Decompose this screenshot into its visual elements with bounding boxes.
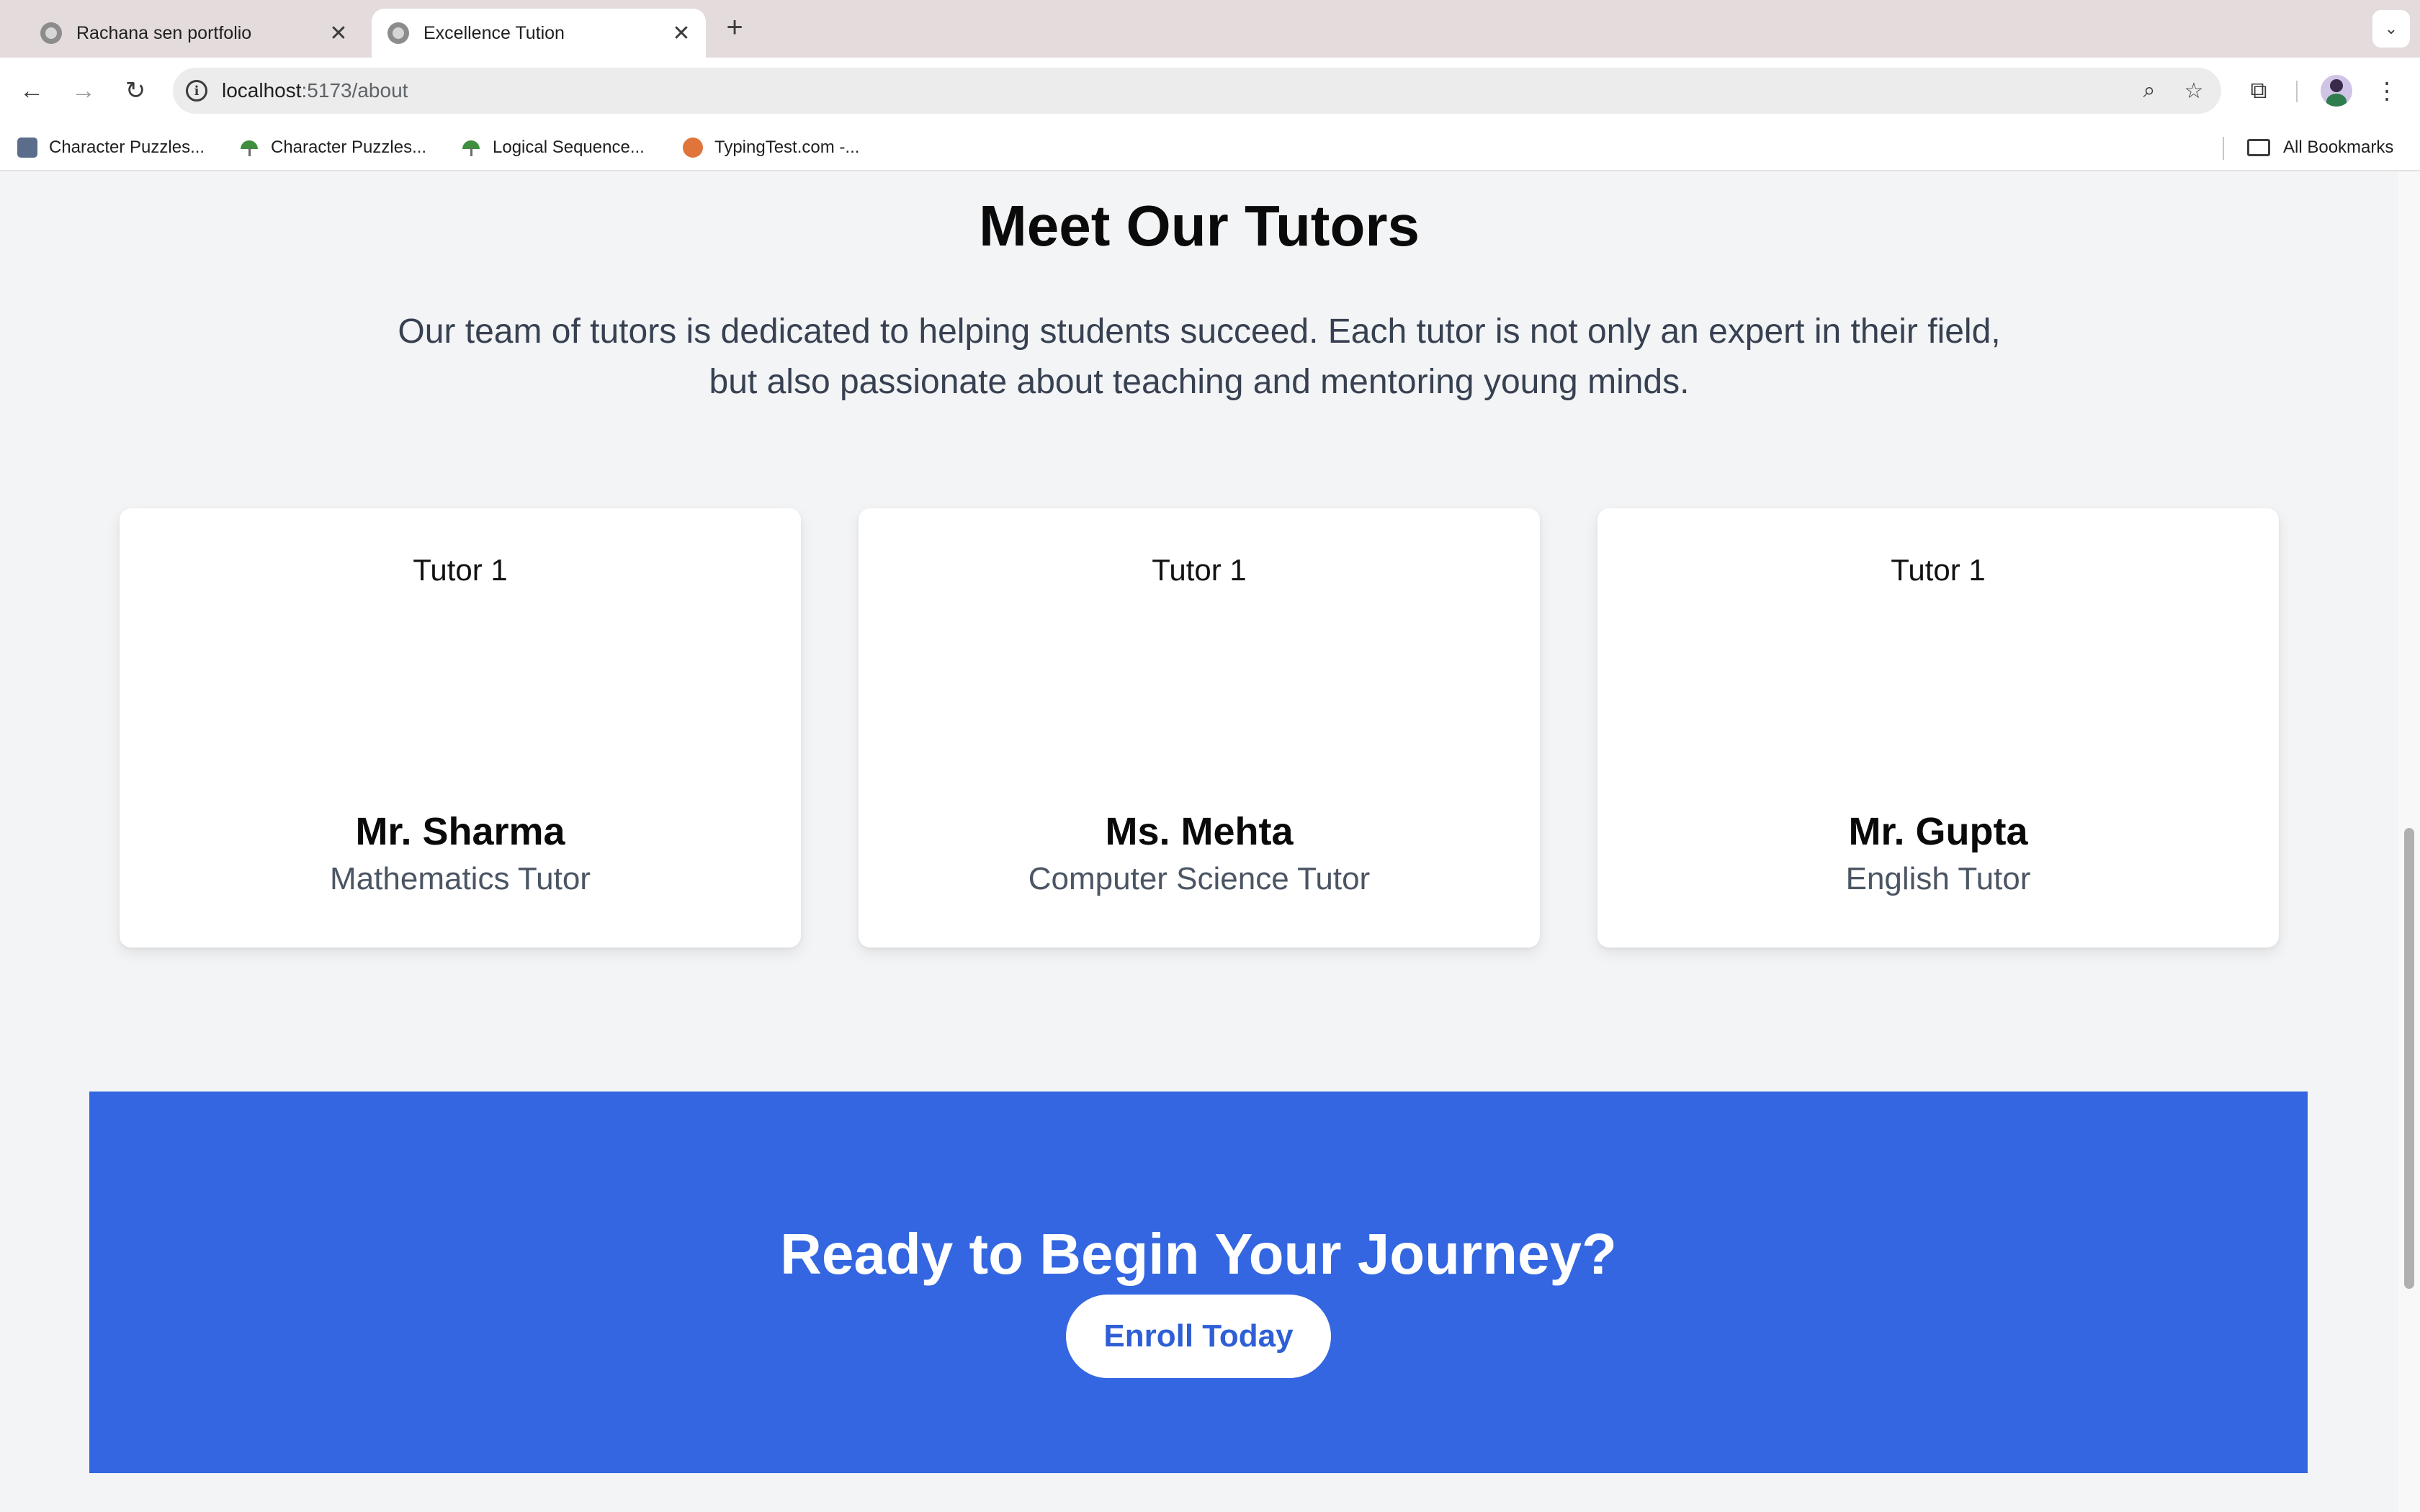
scrollbar-thumb[interactable] xyxy=(2404,828,2414,1289)
more-menu-icon[interactable]: ⋮ xyxy=(2370,73,2404,108)
bookmark-label: Logical Sequence... xyxy=(493,138,645,157)
bookmark-item[interactable]: TypingTest.com -... xyxy=(683,134,859,161)
all-bookmarks-label: All Bookmarks xyxy=(2283,138,2394,157)
profile-avatar[interactable] xyxy=(2321,75,2352,107)
reload-icon[interactable]: ↻ xyxy=(118,73,153,108)
cta-title: Ready to Begin Your Journey? xyxy=(780,1222,1617,1286)
puzzle-icon xyxy=(17,138,37,158)
tutor-card: Tutor 1 Mr. Gupta English Tutor xyxy=(1597,508,2279,948)
umbrella-icon xyxy=(461,138,481,158)
tutor-photo-alt: Tutor 1 xyxy=(1152,553,1247,587)
bookmark-label: Character Puzzles... xyxy=(49,138,205,157)
tutor-name: Ms. Mehta xyxy=(1105,810,1294,853)
browser-toolbar: ← → ↻ i localhost:5173/about ⌕ ☆ ⧉ ⋮ xyxy=(0,58,2420,124)
bookmark-item[interactable]: Character Puzzles... xyxy=(239,134,426,161)
close-icon[interactable]: ✕ xyxy=(667,19,696,48)
tutor-card: Tutor 1 Mr. Sharma Mathematics Tutor xyxy=(120,508,801,948)
url-host: localhost xyxy=(222,79,302,102)
bookmark-label: TypingTest.com -... xyxy=(714,138,860,157)
tab-excellence-tution[interactable]: Excellence Tution ✕ xyxy=(372,9,706,58)
tutor-card: Tutor 1 Ms. Mehta Computer Science Tutor xyxy=(859,508,1540,948)
tab-title: Excellence Tution xyxy=(424,22,565,43)
zoom-icon[interactable]: ⌕ xyxy=(2132,73,2166,108)
umbrella-icon xyxy=(239,138,259,158)
tutor-photo-alt: Tutor 1 xyxy=(413,553,508,587)
tutor-photo-alt: Tutor 1 xyxy=(1891,553,1986,587)
tutor-subject: English Tutor xyxy=(1845,861,2031,896)
bookmark-item[interactable]: Logical Sequence... xyxy=(461,134,645,161)
close-icon[interactable]: ✕ xyxy=(324,19,353,48)
tutor-subject: Mathematics Tutor xyxy=(330,861,591,896)
page-content: Meet Our Tutors Our team of tutors is de… xyxy=(0,171,2398,1512)
url-text[interactable]: localhost:5173/about xyxy=(222,79,2132,102)
tutors-section-title: Meet Our Tutors xyxy=(979,194,1420,258)
enroll-cta-banner: Ready to Begin Your Journey? Enroll Toda… xyxy=(89,1092,2308,1473)
globe-icon xyxy=(387,22,409,44)
tab-portfolio[interactable]: Rachana sen portfolio ✕ xyxy=(24,9,363,58)
bookmarks-bar: Character Puzzles... Character Puzzles..… xyxy=(0,124,2420,171)
all-bookmarks-button[interactable]: All Bookmarks xyxy=(2247,134,2393,161)
enroll-today-button[interactable]: Enroll Today xyxy=(1066,1295,1331,1378)
folder-icon xyxy=(2247,139,2270,156)
globe-icon xyxy=(40,22,62,44)
bookmarks-divider xyxy=(2223,137,2224,160)
url-path: :5173/about xyxy=(301,79,408,102)
chevron-down-icon[interactable]: ⌄ xyxy=(2372,10,2410,48)
forward-arrow-icon[interactable]: → xyxy=(66,73,101,108)
tab-strip: Rachana sen portfolio ✕ Excellence Tutio… xyxy=(0,0,2420,58)
bookmark-star-icon[interactable]: ☆ xyxy=(2177,73,2211,108)
site-info-icon[interactable]: i xyxy=(186,80,207,102)
extensions-icon[interactable]: ⧉ xyxy=(2241,73,2276,108)
toolbar-divider xyxy=(2296,81,2298,102)
bookmark-label: Character Puzzles... xyxy=(271,138,427,157)
bookmark-item[interactable]: Character Puzzles... xyxy=(17,134,205,161)
tutor-name: Mr. Sharma xyxy=(355,810,565,853)
tutor-subject: Computer Science Tutor xyxy=(1028,861,1371,896)
typing-icon xyxy=(683,138,703,158)
tab-title: Rachana sen portfolio xyxy=(76,22,252,43)
new-tab-button[interactable]: + xyxy=(719,13,750,45)
tutors-section-description: Our team of tutors is dedicated to helpi… xyxy=(398,312,2001,401)
back-arrow-icon[interactable]: ← xyxy=(14,73,49,108)
address-bar[interactable]: i localhost:5173/about ⌕ ☆ xyxy=(173,68,2221,114)
tutor-name: Mr. Gupta xyxy=(1848,810,2028,853)
